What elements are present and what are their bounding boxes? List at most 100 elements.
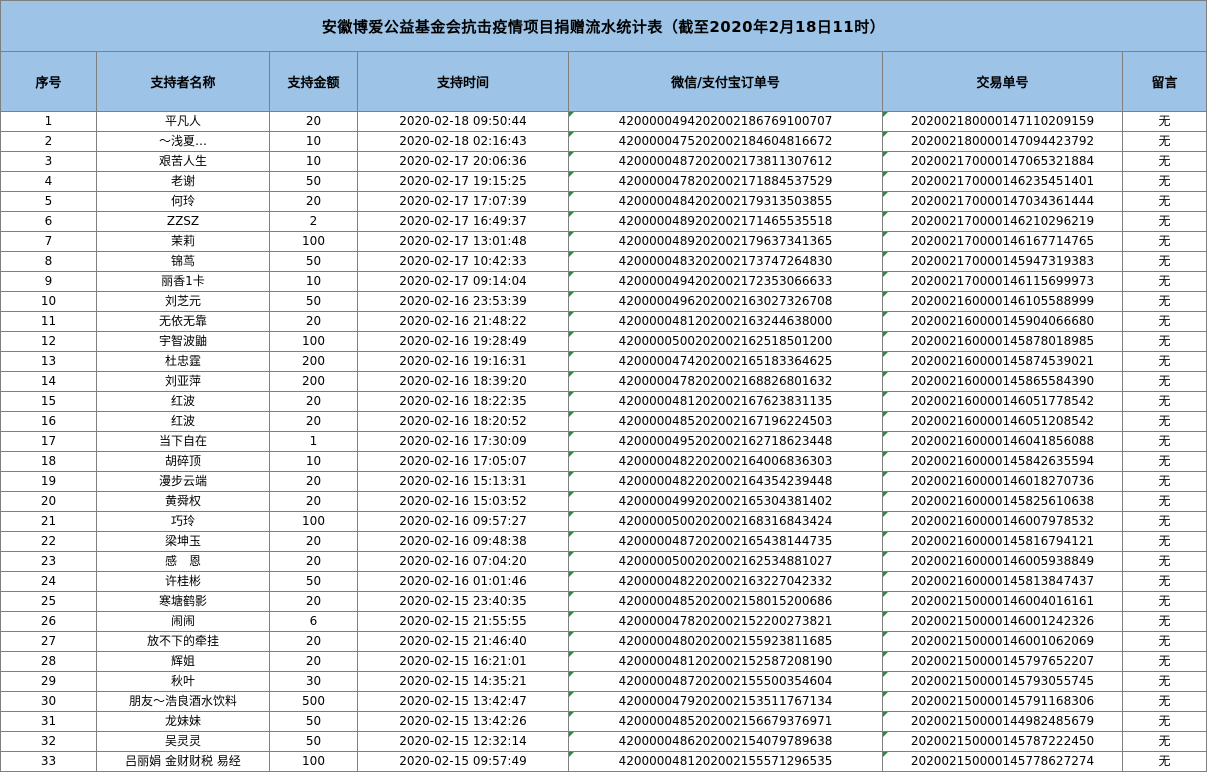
cell-index[interactable]: 22 [0, 531, 97, 552]
cell-index[interactable]: 31 [0, 711, 97, 732]
cell-supporter-name[interactable]: 吴灵灵 [96, 731, 270, 752]
cell-transaction-number[interactable]: 202002160000145813847437 [882, 571, 1123, 592]
cell-transaction-number[interactable]: 202002160000145825610638 [882, 491, 1123, 512]
cell-amount[interactable]: 100 [269, 751, 358, 772]
cell-index[interactable]: 10 [0, 291, 97, 312]
cell-order-number[interactable]: 4200000485202002158015200686 [568, 591, 883, 612]
cell-index[interactable]: 26 [0, 611, 97, 632]
cell-transaction-number[interactable]: 202002160000146051778542 [882, 391, 1123, 412]
cell-time[interactable]: 2020-02-15 21:55:55 [357, 611, 569, 632]
cell-time[interactable]: 2020-02-16 15:13:31 [357, 471, 569, 492]
cell-transaction-number[interactable]: 202002150000146004016161 [882, 591, 1123, 612]
cell-transaction-number[interactable]: 202002150000145787222450 [882, 731, 1123, 752]
cell-amount[interactable]: 20 [269, 191, 358, 212]
cell-message[interactable]: 无 [1121, 631, 1208, 652]
cell-amount[interactable]: 100 [269, 331, 358, 352]
cell-time[interactable]: 2020-02-17 20:06:36 [357, 151, 569, 172]
cell-message[interactable]: 无 [1121, 351, 1208, 372]
cell-supporter-name[interactable]: 杜忠霆 [96, 351, 270, 372]
cell-time[interactable]: 2020-02-15 16:21:01 [357, 651, 569, 672]
cell-amount[interactable]: 50 [269, 711, 358, 732]
cell-time[interactable]: 2020-02-16 18:22:35 [357, 391, 569, 412]
cell-supporter-name[interactable]: 锦茑 [96, 251, 270, 272]
cell-order-number[interactable]: 4200000482202002164354239448 [568, 471, 883, 492]
cell-amount[interactable]: 20 [269, 531, 358, 552]
cell-index[interactable]: 3 [0, 151, 97, 172]
cell-message[interactable]: 无 [1121, 231, 1208, 252]
cell-message[interactable]: 无 [1121, 391, 1208, 412]
cell-supporter-name[interactable]: 辉姐 [96, 651, 270, 672]
cell-order-number[interactable]: 4200000486202002154079789638 [568, 731, 883, 752]
cell-supporter-name[interactable]: 何玲 [96, 191, 270, 212]
cell-transaction-number[interactable]: 202002150000145797652207 [882, 651, 1123, 672]
cell-supporter-name[interactable]: 朋友～浩良酒水饮料 [96, 691, 270, 712]
cell-amount[interactable]: 100 [269, 231, 358, 252]
cell-index[interactable]: 13 [0, 351, 97, 372]
cell-message[interactable]: 无 [1121, 331, 1208, 352]
cell-transaction-number[interactable]: 202002160000146005938849 [882, 551, 1123, 572]
cell-time[interactable]: 2020-02-15 21:46:40 [357, 631, 569, 652]
cell-time[interactable]: 2020-02-18 02:16:43 [357, 131, 569, 152]
cell-order-number[interactable]: 4200000481202002167623831135 [568, 391, 883, 412]
cell-supporter-name[interactable]: 许桂彬 [96, 571, 270, 592]
cell-index[interactable]: 33 [0, 751, 97, 772]
cell-supporter-name[interactable]: 漫步云端 [96, 471, 270, 492]
cell-supporter-name[interactable]: 当下自在 [96, 431, 270, 452]
cell-index[interactable]: 8 [0, 251, 97, 272]
cell-message[interactable]: 无 [1121, 751, 1208, 772]
cell-order-number[interactable]: 4200000475202002184604816672 [568, 131, 883, 152]
cell-order-number[interactable]: 4200000495202002162718623448 [568, 431, 883, 452]
cell-order-number[interactable]: 4200000487202002165438144735 [568, 531, 883, 552]
cell-amount[interactable]: 20 [269, 391, 358, 412]
cell-time[interactable]: 2020-02-16 07:04:20 [357, 551, 569, 572]
cell-amount[interactable]: 100 [269, 511, 358, 532]
cell-transaction-number[interactable]: 202002150000144982485679 [882, 711, 1123, 732]
cell-message[interactable]: 无 [1121, 451, 1208, 472]
cell-transaction-number[interactable]: 202002170000146210296219 [882, 211, 1123, 232]
cell-message[interactable]: 无 [1121, 271, 1208, 292]
cell-time[interactable]: 2020-02-17 10:42:33 [357, 251, 569, 272]
cell-amount[interactable]: 20 [269, 311, 358, 332]
cell-amount[interactable]: 20 [269, 491, 358, 512]
cell-time[interactable]: 2020-02-15 09:57:49 [357, 751, 569, 772]
cell-order-number[interactable]: 4200000481202002163244638000 [568, 311, 883, 332]
cell-amount[interactable]: 30 [269, 671, 358, 692]
cell-supporter-name[interactable]: ～浅夏… [96, 131, 270, 152]
cell-message[interactable]: 无 [1121, 531, 1208, 552]
cell-order-number[interactable]: 4200000481202002155571296535 [568, 751, 883, 772]
cell-time[interactable]: 2020-02-16 18:39:20 [357, 371, 569, 392]
cell-amount[interactable]: 10 [269, 151, 358, 172]
cell-transaction-number[interactable]: 202002160000146105588999 [882, 291, 1123, 312]
cell-transaction-number[interactable]: 202002170000146167714765 [882, 231, 1123, 252]
cell-order-number[interactable]: 4200000478202002152200273821 [568, 611, 883, 632]
cell-amount[interactable]: 10 [269, 451, 358, 472]
cell-time[interactable]: 2020-02-16 15:03:52 [357, 491, 569, 512]
cell-order-number[interactable]: 4200000484202002179313503855 [568, 191, 883, 212]
cell-supporter-name[interactable]: 艰苦人生 [96, 151, 270, 172]
cell-time[interactable]: 2020-02-15 13:42:47 [357, 691, 569, 712]
cell-supporter-name[interactable]: 寒塘鹤影 [96, 591, 270, 612]
cell-transaction-number[interactable]: 202002170000147065321884 [882, 151, 1123, 172]
cell-supporter-name[interactable]: 吕丽娟 金财财税 易经 [96, 751, 270, 772]
cell-index[interactable]: 5 [0, 191, 97, 212]
cell-message[interactable]: 无 [1121, 211, 1208, 232]
cell-order-number[interactable]: 4200000478202002168826801632 [568, 371, 883, 392]
cell-index[interactable]: 6 [0, 211, 97, 232]
cell-amount[interactable]: 10 [269, 271, 358, 292]
cell-amount[interactable]: 20 [269, 591, 358, 612]
cell-index[interactable]: 30 [0, 691, 97, 712]
cell-amount[interactable]: 20 [269, 651, 358, 672]
cell-transaction-number[interactable]: 202002160000145865584390 [882, 371, 1123, 392]
cell-transaction-number[interactable]: 202002160000145904066680 [882, 311, 1123, 332]
cell-time[interactable]: 2020-02-17 09:14:04 [357, 271, 569, 292]
cell-message[interactable]: 无 [1121, 591, 1208, 612]
cell-amount[interactable]: 1 [269, 431, 358, 452]
cell-index[interactable]: 32 [0, 731, 97, 752]
cell-message[interactable]: 无 [1121, 671, 1208, 692]
cell-index[interactable]: 25 [0, 591, 97, 612]
cell-amount[interactable]: 2 [269, 211, 358, 232]
cell-amount[interactable]: 50 [269, 731, 358, 752]
cell-amount[interactable]: 20 [269, 411, 358, 432]
cell-transaction-number[interactable]: 202002160000146007978532 [882, 511, 1123, 532]
cell-transaction-number[interactable]: 202002170000146115699973 [882, 271, 1123, 292]
